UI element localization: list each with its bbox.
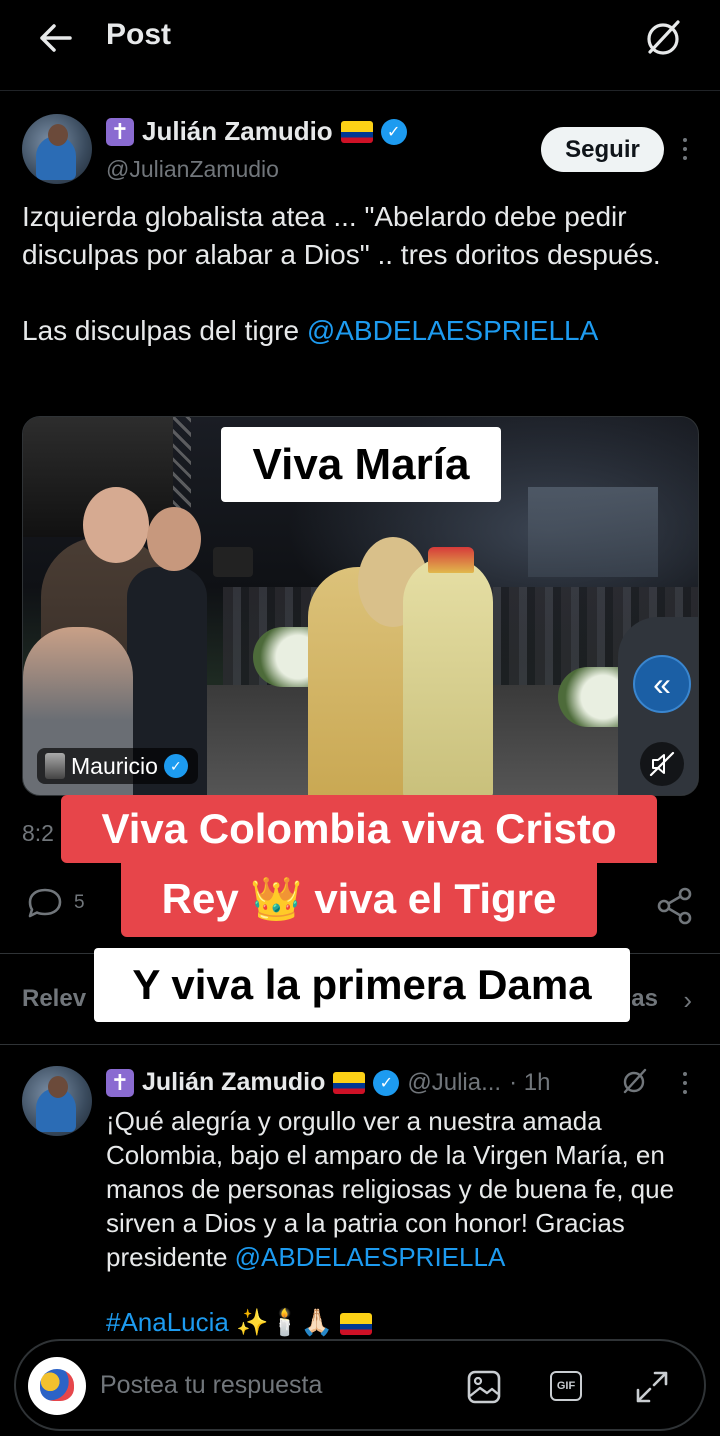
author-avatar[interactable] <box>22 114 92 184</box>
reply-count: 5 <box>74 892 85 913</box>
author-name: Julián Zamudio <box>142 116 333 146</box>
uploader-name: Mauricio <box>71 752 158 779</box>
expand-composer-button[interactable] <box>634 1369 670 1405</box>
colombia-flag-icon <box>340 120 373 143</box>
verified-badge-icon: ✓ <box>380 118 407 145</box>
cross-emoji-icon: ✝ <box>106 1068 134 1097</box>
author-handle[interactable]: @JulianZamudio <box>106 156 279 183</box>
cross-emoji-icon: ✝ <box>106 117 134 146</box>
post-mention-link[interactable]: @ABDELAESPRIELLA <box>307 315 598 346</box>
caption-red-line1: Viva Colombia viva Cristo <box>61 795 657 863</box>
grok-icon <box>647 20 680 55</box>
top-bar: Post <box>0 0 720 84</box>
chevron-right-icon: › <box>683 985 692 1015</box>
reply-author-row[interactable]: ✝ Julián Zamudio ✓ @Julia... · 1h <box>106 1068 550 1097</box>
reply-hashtag-link[interactable]: #AnaLucia ✨🕯️🙏🏻 <box>106 1307 373 1338</box>
reply-sort-label: Relev <box>22 985 87 1012</box>
reply-button[interactable]: 5 <box>26 886 85 920</box>
expand-icon <box>636 1371 668 1403</box>
colombia-flag-icon <box>340 1313 373 1336</box>
arrow-left-icon <box>40 24 72 52</box>
verified-badge-icon: ✓ <box>163 754 188 778</box>
reply-composer: GIF <box>14 1339 706 1431</box>
mute-button[interactable] <box>640 742 684 786</box>
reply-input[interactable] <box>100 1367 430 1403</box>
header-divider <box>0 90 720 91</box>
add-gif-button[interactable]: GIF <box>550 1371 582 1401</box>
speaker-muted-icon <box>649 751 675 777</box>
follow-button[interactable]: Seguir <box>541 127 664 172</box>
reply-mention-link[interactable]: @ABDELAESPRIELLA <box>235 1242 506 1272</box>
post-text: Izquierda globalista atea ... "Abelardo … <box>22 198 702 350</box>
double-chevron-left-icon: « <box>653 665 671 702</box>
share-icon <box>657 887 692 925</box>
reply-author-avatar[interactable] <box>22 1066 92 1136</box>
replies-divider <box>0 1044 720 1045</box>
author-name-row[interactable]: ✝ Julián Zamudio ✓ <box>106 116 407 147</box>
uploader-avatar <box>45 753 65 779</box>
reply-hashtags: #AnaLucia ✨🕯️🙏🏻 <box>106 1307 334 1337</box>
reply-sort-link: as <box>631 985 658 1012</box>
image-icon <box>467 1370 501 1404</box>
reply-time: · 1h <box>509 1068 551 1096</box>
grok-button[interactable] <box>620 1066 650 1101</box>
more-options-icon[interactable] <box>678 134 692 164</box>
reply-text: ¡Qué alegría y orgullo ver a nuestra ama… <box>106 1104 696 1274</box>
video-uploader-tag[interactable]: Mauricio ✓ <box>37 748 198 784</box>
rewind-button[interactable]: « <box>633 655 691 713</box>
share-button[interactable] <box>655 886 695 926</box>
reply-author-name: Julián Zamudio <box>142 1068 326 1096</box>
gif-icon: GIF <box>556 1380 576 1392</box>
caption-bottom: Y viva la primera Dama <box>94 948 630 1022</box>
grok-button[interactable] <box>642 16 686 60</box>
colombia-flag-icon <box>333 1071 366 1094</box>
more-options-icon[interactable] <box>678 1068 692 1098</box>
verified-badge-icon: ✓ <box>373 1069 400 1096</box>
current-user-avatar <box>28 1357 86 1415</box>
reply-bubble-icon <box>28 888 62 918</box>
caption-red-line2: Rey 👑 viva el Tigre <box>121 861 597 937</box>
post-timestamp: 8:2 <box>22 820 54 846</box>
back-button[interactable] <box>34 18 78 58</box>
reply-author-handle: @Julia... <box>407 1068 502 1096</box>
add-image-button[interactable] <box>466 1369 502 1405</box>
grok-icon <box>623 1068 647 1094</box>
page-title: Post <box>106 18 172 51</box>
caption-top: Viva María <box>221 427 501 502</box>
